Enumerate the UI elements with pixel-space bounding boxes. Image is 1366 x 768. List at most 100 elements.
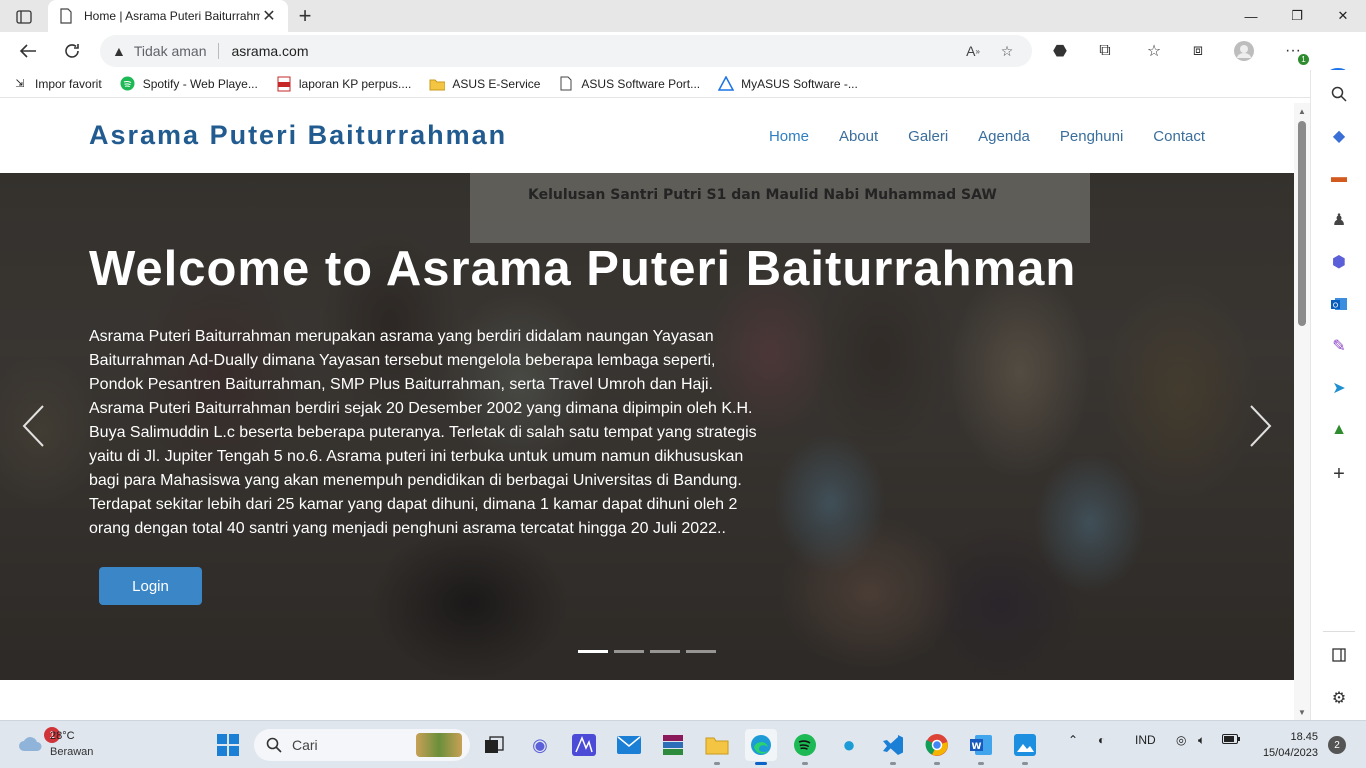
nav-about[interactable]: About: [839, 128, 878, 145]
archive-icon: [663, 735, 683, 755]
myasus-icon: [718, 76, 735, 92]
battery-icon[interactable]: [1222, 733, 1240, 747]
search-placeholder: Cari: [292, 737, 318, 753]
word-icon: W: [970, 735, 992, 755]
extensions-button[interactable]: ⧉: [1091, 37, 1119, 65]
nav-galeri[interactable]: Galeri: [908, 128, 948, 145]
tab-title: Home | Asrama Puteri Baiturrahm: [84, 9, 260, 23]
security-status[interactable]: Tidak aman: [134, 43, 207, 59]
outlook-button[interactable]: O: [1325, 290, 1353, 318]
folder-icon: [429, 76, 446, 92]
bookmark-asus-eservice[interactable]: ASUS E-Service: [429, 76, 540, 92]
warning-icon[interactable]: ▲: [112, 43, 126, 59]
volume-icon[interactable]: 🔈︎: [1198, 733, 1205, 748]
carousel-indicator-4[interactable]: [686, 650, 716, 653]
page-scrollbar[interactable]: ▲ ▼: [1294, 103, 1310, 720]
spotify-taskbar-button[interactable]: [789, 729, 821, 765]
collections-icon: ⧈: [1192, 42, 1204, 59]
app-button-purple[interactable]: [568, 729, 600, 761]
address-bar[interactable]: ▲ Tidak aman asrama.com A» ☆: [100, 35, 1032, 67]
weather-widget[interactable]: 1 28°C Berawan: [14, 727, 134, 763]
back-button[interactable]: [13, 36, 43, 66]
games-button[interactable]: ⬣: [1046, 37, 1074, 65]
input-language[interactable]: IND: [1135, 733, 1156, 747]
outlook-icon: O: [1331, 298, 1347, 310]
scroll-thumb[interactable]: [1298, 121, 1306, 326]
bookmark-import[interactable]: ⇲ Impor favorit: [12, 76, 101, 92]
tools-button[interactable]: ▬: [1325, 164, 1353, 192]
chat-icon: ◉: [532, 734, 548, 755]
carousel-next-button[interactable]: [1246, 401, 1276, 451]
taskbar-clock[interactable]: 18.45 15/04/2023: [1263, 729, 1318, 761]
add-favorite-icon[interactable]: ☆: [994, 38, 1020, 64]
sidebar-settings-button[interactable]: ⚙: [1325, 684, 1353, 712]
carousel-indicator-3[interactable]: [650, 650, 680, 653]
app-button-photos[interactable]: [1009, 729, 1041, 765]
file-explorer-button[interactable]: [701, 729, 733, 765]
notification-center-badge[interactable]: 2: [1328, 736, 1346, 754]
address-divider: [218, 43, 220, 59]
microsoft365-button[interactable]: ⬢: [1325, 248, 1353, 276]
bookmark-asus-software[interactable]: ASUS Software Port...: [558, 76, 700, 92]
teams-chat-button[interactable]: ◉: [524, 729, 556, 761]
close-window-button[interactable]: ✕: [1320, 0, 1366, 32]
restore-button[interactable]: ❐: [1274, 0, 1320, 32]
login-button[interactable]: Login: [99, 567, 202, 605]
svg-text:W: W: [972, 742, 982, 752]
new-tab-button[interactable]: +: [294, 3, 316, 28]
clock-date: 15/04/2023: [1262, 747, 1318, 759]
app-button-blue[interactable]: ●: [833, 729, 865, 761]
close-tab-button[interactable]: ✕: [260, 7, 278, 25]
taskbar-search[interactable]: Cari: [254, 729, 470, 761]
shopping-button[interactable]: ◆: [1325, 122, 1353, 150]
paper-plane-icon: ➤: [1332, 380, 1346, 397]
read-aloud-icon[interactable]: A»: [960, 38, 986, 64]
show-hidden-icons-button[interactable]: ⌃: [1068, 733, 1078, 747]
nav-contact[interactable]: Contact: [1153, 128, 1205, 145]
carousel-indicator-1[interactable]: [578, 650, 608, 653]
nav-home[interactable]: Home: [769, 128, 809, 145]
send-button[interactable]: ➤: [1325, 374, 1353, 402]
carousel-indicator-2[interactable]: [614, 650, 644, 653]
star-list-icon: ☆: [1146, 43, 1162, 60]
tab-actions-icon: [16, 10, 32, 24]
tree-button[interactable]: ▲: [1325, 416, 1353, 444]
vscode-button[interactable]: [877, 729, 909, 765]
hide-sidebar-button[interactable]: [1325, 641, 1353, 669]
nav-penghuni[interactable]: Penghuni: [1060, 128, 1123, 145]
search-icon: [1331, 86, 1347, 102]
mail-button[interactable]: [613, 729, 645, 761]
nav-agenda[interactable]: Agenda: [978, 128, 1030, 145]
bookmark-spotify[interactable]: Spotify - Web Playe...: [120, 76, 258, 92]
hero-line: Pondok Pesantren Baiturrahman, SMP Plus …: [89, 376, 713, 393]
games-sidebar-button[interactable]: ♟: [1325, 206, 1353, 234]
minimize-button[interactable]: —: [1228, 0, 1274, 32]
site-brand[interactable]: Asrama Puteri Baiturrahman: [89, 120, 507, 151]
bookmark-myasus[interactable]: MyASUS Software -...: [718, 76, 858, 92]
start-button[interactable]: [212, 729, 244, 761]
designer-button[interactable]: ✎: [1325, 332, 1353, 360]
url-text[interactable]: asrama.com: [231, 43, 952, 59]
carousel-prev-button[interactable]: [18, 401, 48, 451]
favorites-button[interactable]: ☆: [1140, 37, 1168, 65]
refresh-button[interactable]: [57, 36, 87, 66]
settings-more-button[interactable]: ··· 1: [1279, 37, 1309, 65]
add-sidebar-button[interactable]: +: [1325, 460, 1353, 488]
word-button[interactable]: W: [965, 729, 997, 765]
bookmark-laporan[interactable]: laporan KP perpus....: [276, 76, 411, 92]
scroll-up-arrow[interactable]: ▲: [1297, 106, 1307, 116]
chrome-icon: [925, 734, 948, 756]
tray-app-icon[interactable]: ◐: [1098, 733, 1105, 747]
edge-taskbar-button[interactable]: [745, 729, 777, 765]
tab-actions-button[interactable]: [10, 6, 38, 28]
scroll-down-arrow[interactable]: ▼: [1297, 707, 1307, 717]
task-view-button[interactable]: [478, 729, 510, 761]
search-sidebar-button[interactable]: [1325, 80, 1353, 108]
winrar-button[interactable]: [657, 729, 689, 761]
browser-tab-active[interactable]: Home | Asrama Puteri Baiturrahm ✕: [48, 0, 288, 32]
chrome-button[interactable]: [921, 729, 953, 765]
network-icon[interactable]: ◎: [1176, 733, 1186, 747]
studio-icon: [572, 734, 596, 756]
collections-button[interactable]: ⧈: [1184, 37, 1212, 65]
profile-button[interactable]: [1230, 37, 1258, 65]
